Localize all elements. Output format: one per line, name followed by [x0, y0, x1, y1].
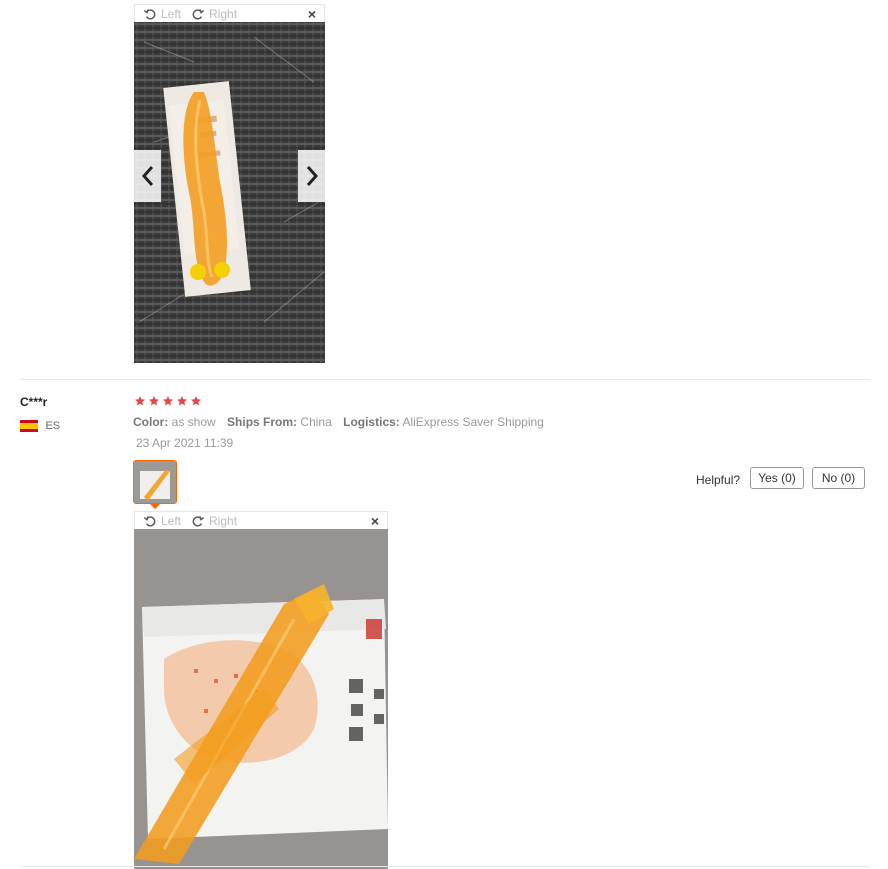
- review-divider: [20, 866, 870, 867]
- rotate-left-label: Left: [161, 6, 182, 21]
- close-viewer-button[interactable]: ×: [308, 5, 316, 23]
- rotate-left-icon: [143, 8, 156, 19]
- rotate-left-label: Left: [161, 513, 182, 528]
- previous-photo-button[interactable]: [134, 150, 161, 202]
- rotate-right-button[interactable]: Right: [191, 7, 237, 21]
- review-photo-image: [134, 529, 388, 869]
- image-viewer-toolbar: Left Right ×: [134, 4, 325, 22]
- rotate-left-button[interactable]: Left: [143, 7, 181, 21]
- rotate-right-icon: [192, 515, 205, 526]
- color-value: as show: [171, 415, 216, 429]
- review-divider: [20, 379, 870, 380]
- rotate-right-button[interactable]: Right: [191, 514, 237, 528]
- review-photo-thumbnail[interactable]: [133, 460, 177, 504]
- close-viewer-button[interactable]: ×: [371, 512, 379, 530]
- spain-flag-icon: [20, 419, 38, 432]
- review-photo-large: [134, 529, 388, 869]
- thumbnail-image: [134, 461, 176, 503]
- logistics-value: AliExpress Saver Shipping: [402, 415, 544, 429]
- star-rating: [134, 395, 202, 407]
- reviewer-country: ES: [20, 416, 60, 434]
- star-icon: [135, 396, 145, 406]
- review-photo-large: [134, 22, 325, 363]
- chevron-left-icon: [141, 166, 153, 186]
- star-icon: [177, 396, 187, 406]
- helpful-label: Helpful?: [696, 473, 741, 487]
- review-date: 23 Apr 2021 11:39: [136, 436, 234, 450]
- rotate-right-label: Right: [209, 513, 238, 528]
- rotate-left-button[interactable]: Left: [143, 514, 181, 528]
- rotate-right-label: Right: [209, 6, 238, 21]
- image-viewer-toolbar: Left Right ×: [134, 511, 388, 529]
- logistics-key: Logistics:: [343, 415, 400, 429]
- next-photo-button[interactable]: [298, 150, 325, 202]
- chevron-right-icon: [306, 166, 318, 186]
- review-photo-image: [134, 22, 325, 363]
- reviewer-name: C***r: [20, 395, 48, 409]
- ships-from-key: Ships From:: [227, 415, 298, 429]
- star-icon: [191, 396, 201, 406]
- helpful-yes-button[interactable]: Yes (0): [750, 467, 804, 489]
- rotate-right-icon: [192, 8, 205, 19]
- thumbnail-caret: [150, 504, 160, 509]
- rotate-left-icon: [143, 515, 156, 526]
- ships-from-value: China: [300, 415, 332, 429]
- star-icon: [163, 396, 173, 406]
- helpful-no-button[interactable]: No (0): [812, 467, 865, 489]
- star-icon: [149, 396, 159, 406]
- review-attributes: Color: as show Ships From: China Logisti…: [133, 415, 544, 429]
- color-key: Color:: [133, 415, 169, 429]
- country-code: ES: [45, 420, 61, 432]
